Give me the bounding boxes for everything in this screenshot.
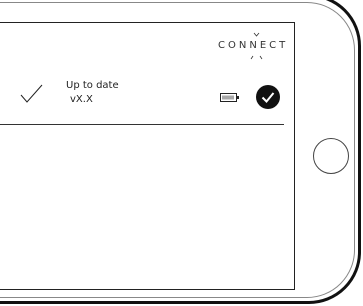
check-circle-mark: [261, 92, 275, 103]
checkmark-icon: [20, 84, 43, 103]
brand-logo-mark: [250, 32, 263, 60]
check-circle-icon: [256, 85, 280, 109]
firmware-version: vX.X: [70, 94, 93, 105]
status-title: Up to date: [66, 80, 119, 91]
device-screen: [0, 22, 295, 290]
battery-icon: [220, 93, 239, 102]
divider: [0, 124, 284, 125]
brand-logo: CONNECT: [218, 32, 285, 60]
stage: CONNECT Up to date vX.X: [0, 0, 363, 306]
home-button[interactable]: [313, 138, 349, 174]
